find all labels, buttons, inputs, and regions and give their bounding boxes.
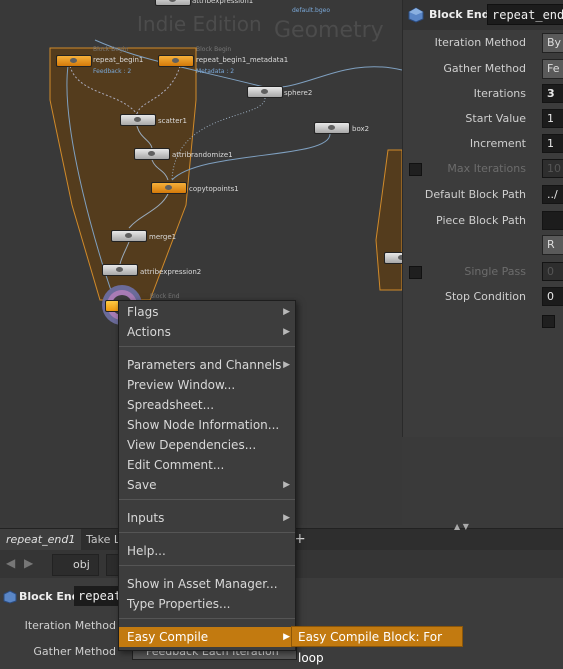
menu-item-flags[interactable]: Flags ▶ (119, 302, 295, 322)
menu-item-parameters-and-channels[interactable]: Parameters and Channels ▶ (119, 355, 295, 375)
param-row-start-value: Start Value 1 (403, 108, 563, 130)
submenu-item-easy-compile-block-for-loop[interactable]: Easy Compile Block: For loop (291, 626, 463, 665)
menu-item-easy-compile[interactable]: Easy Compile ▶ (119, 627, 295, 647)
menu-item-edit-comment[interactable]: Edit Comment... (119, 455, 295, 475)
parameter-header: Block End repeat_end1 (403, 0, 563, 30)
param-row-gather-method: Gather Method Fe (403, 58, 563, 80)
gather-method-menu[interactable]: Fe (542, 59, 563, 79)
default-block-path-field[interactable]: ../ (542, 185, 563, 204)
stop-condition-field[interactable]: 0 (542, 287, 563, 306)
menu-separator (119, 532, 295, 533)
submenu-arrow-icon: ▶ (283, 360, 290, 370)
start-value-field[interactable]: 1 (542, 109, 563, 128)
menu-item-help[interactable]: Help... (119, 541, 295, 561)
bg-title-geometry: Geometry (274, 18, 384, 43)
increment-field[interactable]: 1 (542, 134, 563, 153)
param-row-iterations: Iterations 3 (403, 83, 563, 105)
menu-item-view-dependencies[interactable]: View Dependencies... (119, 435, 295, 455)
single-pass-checkbox[interactable] (409, 266, 422, 279)
node-context-menu: Flags ▶ Actions ▶ Parameters and Channels ▶… (118, 300, 296, 651)
back-arrow-icon[interactable]: ◀ (6, 556, 15, 570)
lower-block-end-icon (3, 590, 17, 607)
piece-block-path-field[interactable] (542, 211, 563, 230)
block-enclosure (49, 47, 197, 301)
menu-separator (119, 565, 295, 566)
menu-item-show-node-information[interactable]: Show Node Information... (119, 415, 295, 435)
menu-item-preview-window[interactable]: Preview Window... (119, 375, 295, 395)
menu-item-type-properties[interactable]: Type Properties... (119, 594, 295, 614)
submenu-arrow-icon: ▶ (283, 513, 290, 523)
param-row-max-iterations: Max Iterations 10 (403, 158, 563, 180)
single-pass-field[interactable]: 0 (542, 262, 563, 281)
submenu-arrow-icon: ▶ (283, 480, 290, 490)
menu-item-spreadsheet[interactable]: Spreadsheet... (119, 395, 295, 415)
param-row-piece-block-path: Piece Block Path (403, 210, 563, 232)
param-row-increment: Increment 1 (403, 133, 563, 155)
menu-item-save[interactable]: Save ▶ (119, 475, 295, 495)
submenu-arrow-icon: ▶ (283, 327, 290, 337)
forward-arrow-icon[interactable]: ▶ (24, 556, 33, 570)
tab-repeat-end1[interactable]: repeat_end1 (0, 529, 82, 551)
param-row-reset: R (403, 234, 563, 256)
pane-split-handle[interactable]: ▲ ▼ (454, 522, 469, 531)
reset-button[interactable]: R (542, 235, 563, 255)
parameter-panel: Block End repeat_end1 Iteration Method B… (402, 0, 563, 437)
path-obj-crumb[interactable]: obj (52, 554, 99, 576)
bg-title-indie: Indie Edition (137, 12, 262, 36)
max-iterations-field[interactable]: 10 (542, 159, 563, 178)
node-name-field[interactable]: repeat_end1 (487, 4, 563, 25)
param-row-default-block-path: Default Block Path ../ (403, 184, 563, 206)
block-end-node-icon (408, 7, 424, 23)
param-row-iteration-method: Iteration Method By (403, 32, 563, 54)
menu-item-actions[interactable]: Actions ▶ (119, 322, 295, 342)
iteration-method-menu[interactable]: By (542, 33, 563, 53)
param-row-extra-toggle (403, 310, 563, 332)
max-iterations-checkbox[interactable] (409, 163, 422, 176)
submenu-arrow-icon: ▶ (283, 632, 290, 642)
menu-item-inputs[interactable]: Inputs ▶ (119, 508, 295, 528)
submenu-arrow-icon: ▶ (283, 307, 290, 317)
lower-node-type: Block End (19, 590, 80, 603)
menu-separator (119, 346, 295, 347)
menu-separator (119, 618, 295, 619)
parameter-node-type: Block End (429, 8, 490, 21)
extra-checkbox[interactable] (542, 315, 555, 328)
param-row-stop-condition: Stop Condition 0 (403, 286, 563, 308)
menu-separator (119, 499, 295, 500)
param-row-single-pass: Single Pass 0 (403, 261, 563, 283)
block-enclosure-right (375, 149, 402, 291)
iterations-field[interactable]: 3 (542, 84, 563, 103)
default-bgeo-label: default.bgeo (292, 7, 330, 14)
menu-item-show-in-asset-manager[interactable]: Show in Asset Manager... (119, 574, 295, 594)
